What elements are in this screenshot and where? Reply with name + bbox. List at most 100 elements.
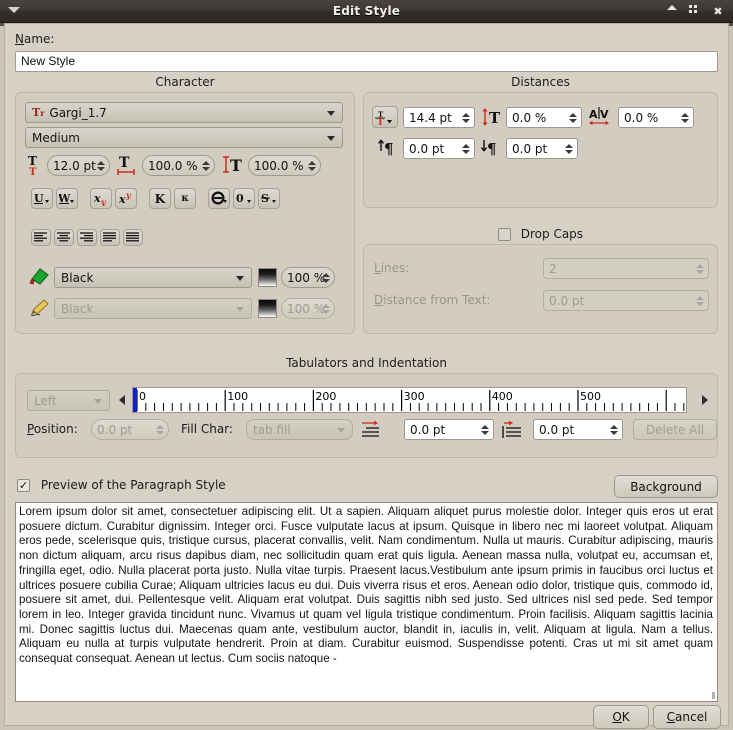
align-center-button[interactable] bbox=[54, 229, 74, 246]
outline-button[interactable] bbox=[208, 188, 230, 209]
svg-text:A: A bbox=[589, 108, 598, 121]
svg-text:y: y bbox=[100, 197, 107, 206]
fill-color-combo[interactable]: Black bbox=[54, 267, 252, 288]
preview-checkbox-row[interactable]: ✓ Preview of the Paragraph Style bbox=[17, 478, 226, 492]
cancel-button[interactable]: Cancel bbox=[653, 705, 721, 729]
subscript-button[interactable]: x y bbox=[90, 188, 112, 209]
line-spacing-mode-button[interactable]: T T bbox=[372, 106, 398, 128]
drop-caps-checkbox[interactable] bbox=[497, 228, 511, 241]
spin-buttons[interactable] bbox=[199, 157, 212, 174]
svg-text:¶: ¶ bbox=[384, 140, 394, 158]
position-label-rest: osition: bbox=[33, 422, 78, 436]
font-family-combo[interactable]: Tr Gargi_1.7 bbox=[25, 102, 343, 123]
strikethrough-button[interactable]: S bbox=[258, 188, 280, 209]
spin-buttons[interactable] bbox=[305, 157, 318, 174]
space-above-spin[interactable]: 0.0 pt bbox=[403, 138, 475, 159]
dialog-body: Name: Character Tr Gargi_1.7 Medium bbox=[4, 23, 729, 729]
spin-buttons[interactable] bbox=[319, 269, 332, 286]
name-input[interactable] bbox=[15, 51, 718, 72]
svg-text:T: T bbox=[119, 155, 130, 171]
space-above-value: 0.0 pt bbox=[409, 141, 445, 156]
spin-buttons[interactable] bbox=[693, 260, 706, 277]
all-caps-glyph: K bbox=[154, 191, 166, 206]
delete-all-button[interactable]: Delete All bbox=[633, 419, 717, 440]
shade-button[interactable] bbox=[666, 5, 678, 17]
spin-buttons[interactable] bbox=[566, 109, 579, 126]
font-size-value: 12.0 pt bbox=[53, 158, 96, 173]
style-preview-box[interactable]: Lorem ipsum dolor sit amet, consectetuer… bbox=[15, 502, 718, 702]
spin-buttons[interactable] bbox=[459, 140, 472, 157]
align-block-button[interactable] bbox=[100, 229, 120, 246]
chevron-down-icon bbox=[327, 135, 335, 141]
underline-words-button[interactable]: W bbox=[56, 188, 78, 209]
maximize-button[interactable] bbox=[689, 5, 701, 17]
space-below-spin[interactable]: 0.0 pt bbox=[506, 138, 578, 159]
vertical-scale-icon: T bbox=[222, 154, 246, 176]
underline-button[interactable]: U bbox=[31, 188, 53, 209]
small-caps-button[interactable]: к bbox=[174, 188, 196, 209]
svg-text:¶: ¶ bbox=[487, 140, 497, 158]
ok-button[interactable]: OK bbox=[593, 705, 649, 729]
position-label: Position: bbox=[27, 422, 78, 436]
svg-text:300: 300 bbox=[404, 390, 425, 403]
svg-text:T: T bbox=[377, 118, 384, 126]
scroll-left-arrow-icon[interactable] bbox=[119, 395, 125, 405]
tracking-icon: A V bbox=[589, 106, 615, 128]
drop-caps-header[interactable]: Drop Caps bbox=[363, 227, 718, 241]
fill-char-combo[interactable]: tab fill bbox=[246, 419, 353, 440]
indent-marker[interactable] bbox=[133, 388, 137, 412]
background-button[interactable]: Background bbox=[614, 475, 718, 498]
spin-buttons[interactable] bbox=[607, 421, 620, 438]
first-line-indent-value: 0.0 pt bbox=[410, 422, 446, 437]
fill-shade-spin[interactable]: 100 % bbox=[281, 267, 335, 288]
tracking-spin[interactable]: 0.0 % bbox=[618, 107, 694, 128]
align-left-button[interactable] bbox=[31, 229, 51, 246]
superscript-button[interactable]: x y bbox=[115, 188, 137, 209]
all-caps-button[interactable]: K bbox=[149, 188, 171, 209]
shadow-button[interactable]: 0 bbox=[233, 188, 255, 209]
stroke-color-combo[interactable]: Black bbox=[54, 298, 252, 319]
drop-caps-lines-spin[interactable]: 2 bbox=[543, 258, 709, 279]
width-scale-spin[interactable]: 100.0 % bbox=[142, 155, 215, 176]
spin-buttons[interactable] bbox=[319, 300, 332, 317]
baseline-offset-value: 0.0 % bbox=[512, 110, 547, 125]
spin-buttons[interactable] bbox=[678, 109, 691, 126]
spin-buttons[interactable] bbox=[459, 109, 472, 126]
font-size-spin[interactable]: 12.0 pt bbox=[47, 155, 110, 176]
tab-type-combo[interactable]: Left bbox=[27, 390, 110, 411]
scroll-right-arrow-icon[interactable] bbox=[702, 395, 708, 405]
position-spin[interactable]: 0.0 pt bbox=[91, 419, 169, 440]
line-spacing-spin[interactable]: 14.4 pt bbox=[403, 107, 475, 128]
spin-buttons[interactable] bbox=[693, 292, 706, 309]
first-line-indent-spin[interactable]: 0.0 pt bbox=[404, 419, 494, 440]
drop-caps-distance-value: 0.0 pt bbox=[549, 293, 585, 308]
stroke-shade-spin[interactable]: 100 % bbox=[281, 298, 335, 319]
drop-caps-distance-spin[interactable]: 0.0 pt bbox=[543, 290, 709, 311]
left-indent-value: 0.0 pt bbox=[539, 422, 575, 437]
font-style-value: Medium bbox=[32, 130, 80, 145]
cancel-label: Cancel bbox=[666, 710, 708, 724]
height-scale-spin[interactable]: 100.0 % bbox=[248, 155, 321, 176]
align-right-button[interactable] bbox=[77, 229, 97, 246]
spin-buttons[interactable] bbox=[478, 421, 491, 438]
spin-buttons[interactable] bbox=[562, 140, 575, 157]
preview-checkbox[interactable]: ✓ bbox=[17, 479, 30, 492]
svg-text:T: T bbox=[28, 154, 37, 168]
tab-ruler[interactable]: 0 100 200 300 400 500 bbox=[132, 387, 687, 413]
baseline-offset-spin[interactable]: 0.0 % bbox=[506, 107, 582, 128]
stroke-color-icon bbox=[28, 298, 50, 318]
tab-type-value: Left bbox=[34, 393, 57, 408]
drop-caps-distance-label-rest: istance from Text: bbox=[383, 293, 491, 307]
chevron-down-icon bbox=[236, 306, 244, 312]
align-forced-button[interactable] bbox=[123, 229, 143, 246]
name-label-rest: ame: bbox=[23, 32, 55, 46]
left-indent-spin[interactable]: 0.0 pt bbox=[533, 419, 623, 440]
spin-buttons[interactable] bbox=[153, 421, 166, 438]
svg-text:x: x bbox=[93, 192, 101, 205]
close-button[interactable]: ✖ bbox=[712, 5, 724, 17]
height-scale-value: 100.0 % bbox=[254, 158, 304, 173]
spin-buttons[interactable] bbox=[94, 157, 107, 174]
small-caps-glyph: к bbox=[181, 193, 189, 204]
font-style-combo[interactable]: Medium bbox=[25, 127, 343, 148]
space-below-icon: ¶ bbox=[480, 137, 503, 159]
